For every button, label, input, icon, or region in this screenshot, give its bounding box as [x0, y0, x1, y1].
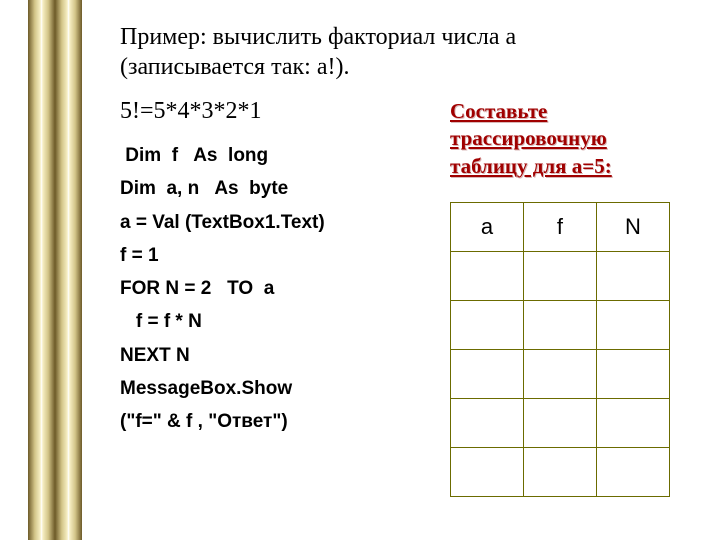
slide-title: Пример: вычислить факториал числа а (зап… [120, 22, 700, 82]
table-header-f: f [524, 202, 597, 251]
rail-column [55, 0, 82, 540]
table-header-a: a [451, 202, 524, 251]
table-row [451, 251, 670, 300]
cell [524, 251, 597, 300]
code-listing: Dim f As long Dim a, n As byte a = Val (… [120, 139, 420, 438]
code-line: FOR N = 2 TO a [120, 278, 274, 299]
cell [451, 349, 524, 398]
cell [524, 300, 597, 349]
code-line: NEXT N [120, 345, 190, 366]
table-row [451, 349, 670, 398]
task-text: Составьте трассировочную таблицу для а=5… [450, 98, 680, 180]
title-line-1: Пример: вычислить факториал числа а [120, 24, 516, 50]
cell [596, 251, 669, 300]
code-line: a = Val (TextBox1.Text) [120, 212, 325, 233]
task-line-1: Составьте [450, 99, 547, 123]
table-header-n: N [596, 202, 669, 251]
cell [451, 398, 524, 447]
code-line: MessageBox.Show [120, 378, 292, 399]
cell [451, 447, 524, 496]
trace-table: a f N [450, 202, 670, 497]
cell [524, 447, 597, 496]
rail-column [28, 0, 55, 540]
decorative-left-rail [28, 0, 82, 540]
factorial-example: 5!=5*4*3*2*1 [120, 98, 420, 125]
code-line: f = 1 [120, 245, 159, 266]
task-line-2: трассировочную [450, 126, 607, 150]
cell [596, 398, 669, 447]
cell [596, 349, 669, 398]
cell [524, 398, 597, 447]
cell [451, 300, 524, 349]
table-row [451, 447, 670, 496]
cell [596, 300, 669, 349]
table-header-row: a f N [451, 202, 670, 251]
right-column: Составьте трассировочную таблицу для а=5… [450, 98, 680, 497]
code-line: ("f=" & f , "Ответ") [120, 411, 288, 432]
table-row [451, 300, 670, 349]
cell [596, 447, 669, 496]
code-line: Dim f As long [120, 145, 268, 166]
task-line-3: таблицу для а=5: [450, 154, 612, 178]
cell [451, 251, 524, 300]
cell [524, 349, 597, 398]
left-column: 5!=5*4*3*2*1 Dim f As long Dim a, n As b… [120, 98, 420, 438]
slide-content: Пример: вычислить факториал числа а (зап… [120, 22, 700, 497]
title-line-2: (записывается так: а!). [120, 54, 349, 80]
table-row [451, 398, 670, 447]
code-line: f = f * N [120, 311, 202, 332]
code-line: Dim a, n As byte [120, 178, 288, 199]
main-row: 5!=5*4*3*2*1 Dim f As long Dim a, n As b… [120, 98, 700, 497]
